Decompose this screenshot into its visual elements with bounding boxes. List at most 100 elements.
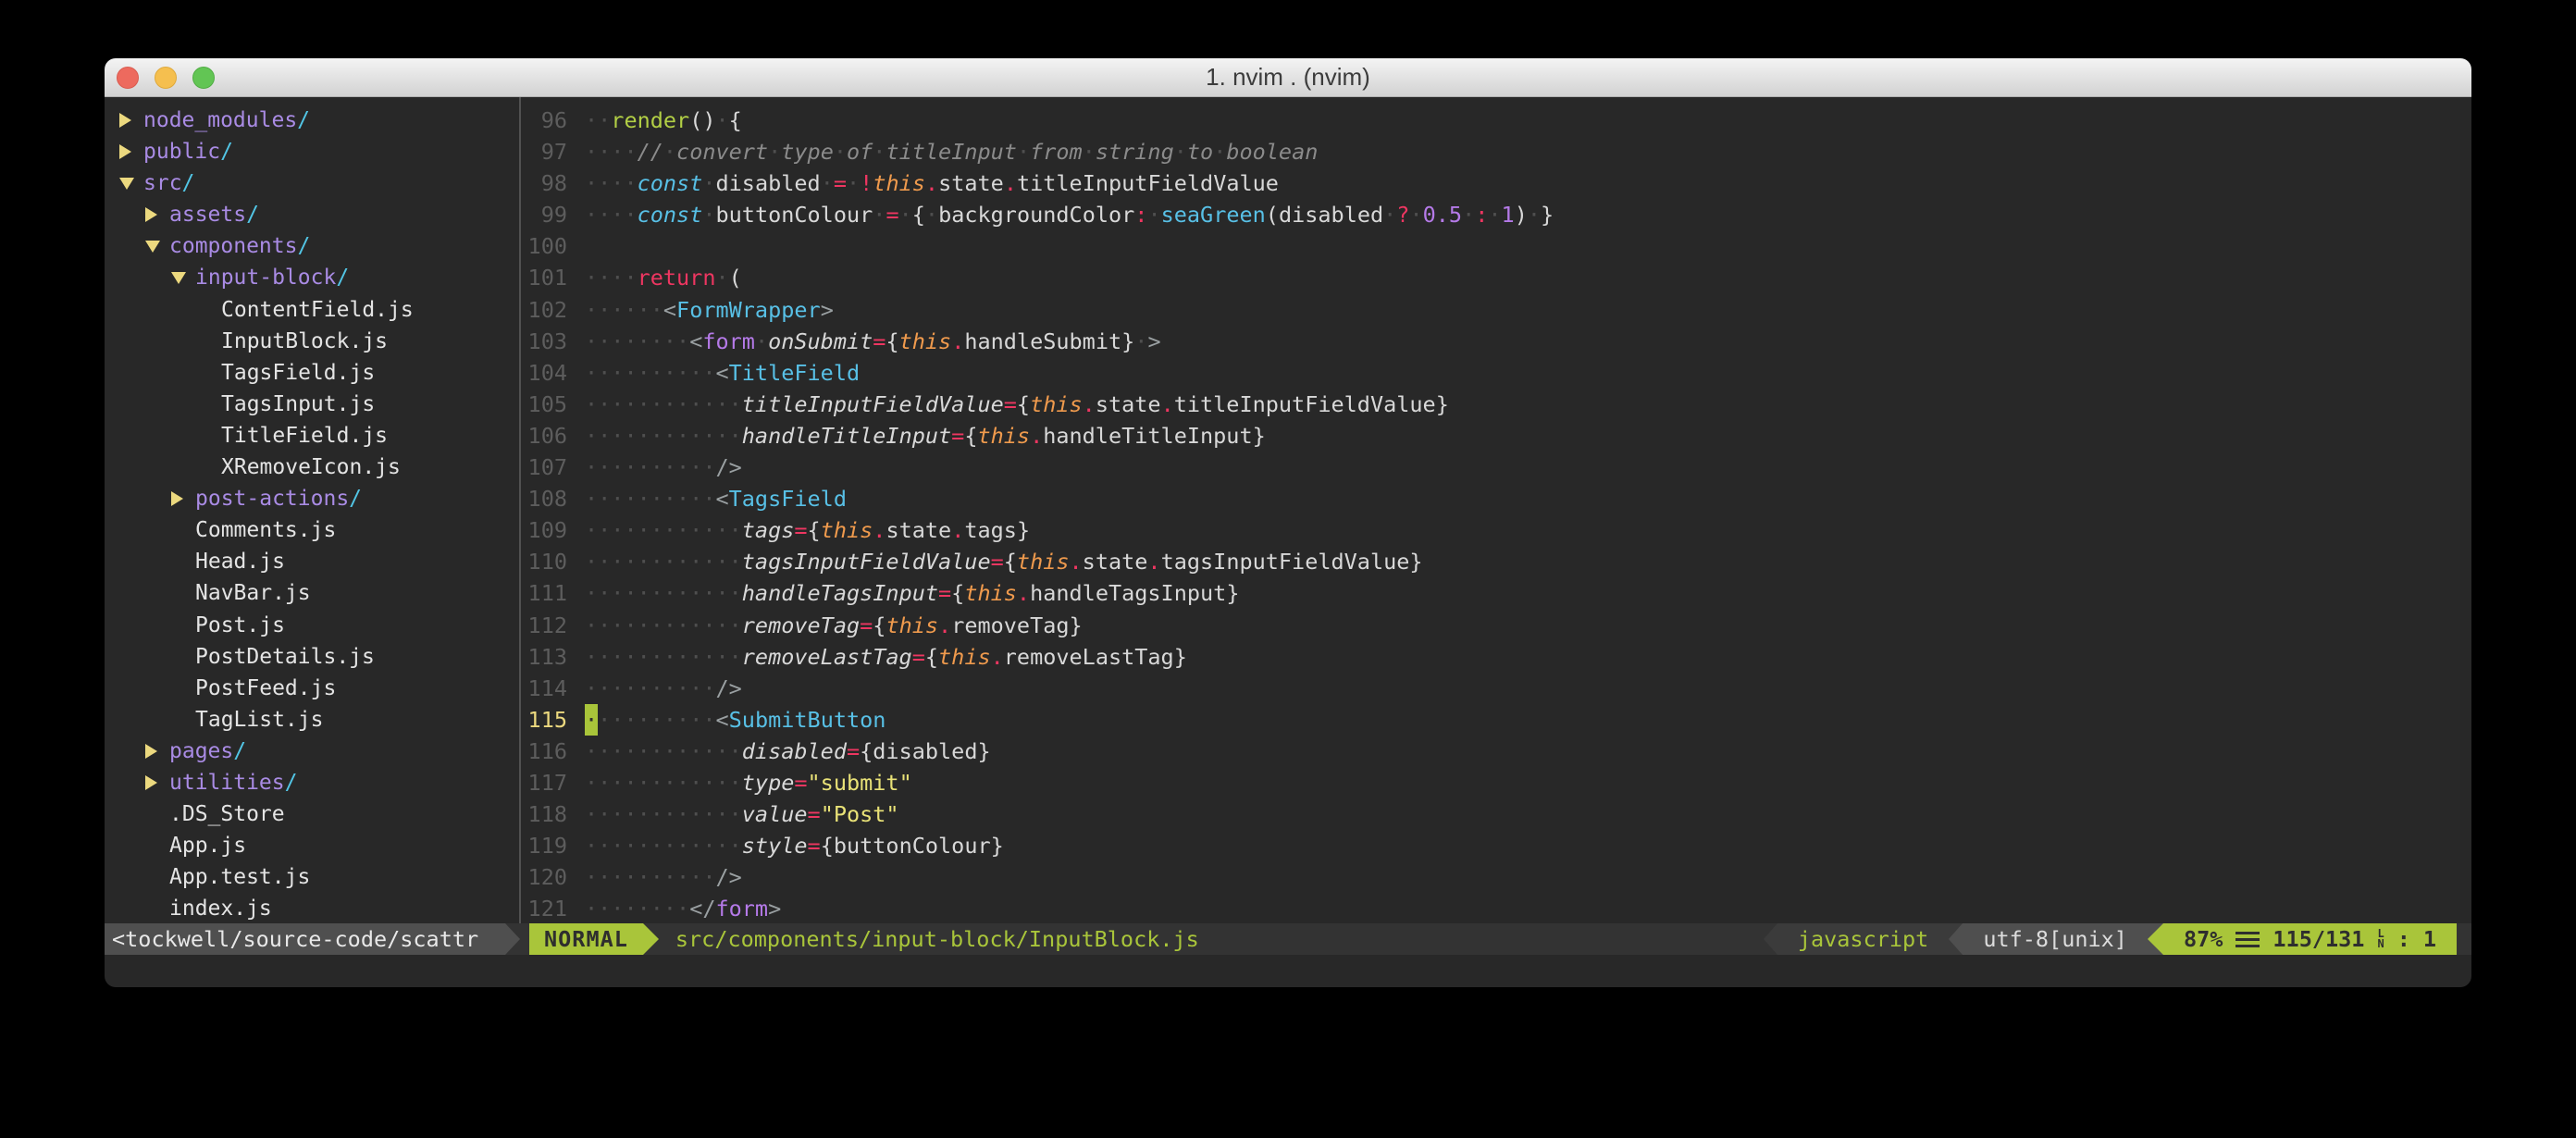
code-token: . <box>938 610 951 641</box>
chevron-right-icon <box>145 775 157 790</box>
code-line-117[interactable]: 117············type="submit" <box>521 767 2471 798</box>
code-token: · <box>755 326 768 357</box>
code-token: tags <box>964 514 1017 546</box>
directory-label: input-block <box>195 262 336 293</box>
code-line-107[interactable]: 107··········/> <box>521 451 2471 483</box>
code-token: tagsInputFieldValue <box>1161 546 1410 577</box>
tree-item-titlefield-js[interactable]: TitleField.js <box>105 420 519 451</box>
code-token: // <box>638 136 663 167</box>
tree-item-assets[interactable]: assets/ <box>105 199 519 230</box>
file-label: Comments.js <box>195 514 336 546</box>
code-line-119[interactable]: 119············style={buttonColour} <box>521 830 2471 861</box>
code-token: ? <box>1396 199 1409 230</box>
code-line-99[interactable]: 99····const·buttonColour·=·{·backgroundC… <box>521 199 2471 230</box>
code-line-121[interactable]: 121········</form> <box>521 893 2471 923</box>
code-token: render <box>611 105 689 136</box>
code-line-100[interactable]: 100 <box>521 230 2471 262</box>
chevron-down-icon <box>145 241 160 253</box>
minimize-button[interactable] <box>155 67 177 89</box>
tree-item-post-actions[interactable]: post-actions/ <box>105 483 519 514</box>
encoding-segment: utf-8[unix] <box>1963 923 2148 955</box>
code-line-109[interactable]: 109············tags={this.state.tags} <box>521 514 2471 546</box>
code-line-98[interactable]: 98····const·disabled·=·!this.state.title… <box>521 167 2471 199</box>
code-line-102[interactable]: 102······<FormWrapper> <box>521 294 2471 326</box>
code-token: () <box>689 105 715 136</box>
tree-item-node-modules[interactable]: node_modules/ <box>105 105 519 136</box>
code-token: = <box>860 610 873 641</box>
code-line-110[interactable]: 110············tagsInputFieldValue={this… <box>521 546 2471 577</box>
zoom-button[interactable] <box>192 67 215 89</box>
file-label: index.js <box>169 893 272 923</box>
code-line-106[interactable]: 106············handleTitleInput={this.ha… <box>521 420 2471 451</box>
code-line-96[interactable]: 96··render()·{ <box>521 105 2471 136</box>
column-number: 1 <box>2423 926 2436 952</box>
tree-item-comments-js[interactable]: Comments.js <box>105 514 519 546</box>
filepath-text: src/components/input-block/InputBlock.js <box>675 926 1199 952</box>
tree-item-pages[interactable]: pages/ <box>105 736 519 767</box>
code-line-114[interactable]: 114··········/> <box>521 673 2471 704</box>
tree-item-xremoveicon-js[interactable]: XRemoveIcon.js <box>105 451 519 483</box>
code-token: seaGreen <box>1161 199 1266 230</box>
colon-separator: : <box>2397 926 2410 952</box>
code-line-97[interactable]: 97····//·convert·type·of·titleInput·from… <box>521 136 2471 167</box>
code-token: type <box>781 136 834 167</box>
file-label: TagsField.js <box>221 357 375 389</box>
directory-slash: / <box>297 105 310 136</box>
code-token: handleTagsInput <box>742 577 938 609</box>
tree-item-app-test-js[interactable]: App.test.js <box>105 861 519 893</box>
tree-item-app-js[interactable]: App.js <box>105 830 519 861</box>
position-segment: 87% 115/131 LN : 1 <box>2163 923 2457 955</box>
code-token: ·········· <box>585 673 715 704</box>
code-token: ·········· <box>585 357 715 389</box>
directory-label: node_modules <box>143 105 297 136</box>
code-token: onSubmit <box>768 326 873 357</box>
code-token: ···· <box>585 167 638 199</box>
tree-item-components[interactable]: components/ <box>105 230 519 262</box>
file-label: NavBar.js <box>195 577 311 609</box>
editor[interactable]: 96··render()·{97····//·convert·type·of·t… <box>521 97 2471 923</box>
code-token: . <box>1004 167 1017 199</box>
line-number: 107 <box>521 451 567 483</box>
tree-item-taglist-js[interactable]: TagList.js <box>105 704 519 736</box>
powerline-arrow-icon <box>2148 923 2163 955</box>
code-token: · <box>1488 199 1501 230</box>
directory-label: src <box>143 167 182 199</box>
code-line-111[interactable]: 111············handleTagsInput={this.han… <box>521 577 2471 609</box>
tree-item-postdetails-js[interactable]: PostDetails.js <box>105 641 519 673</box>
close-button[interactable] <box>117 67 139 89</box>
tree-item-src[interactable]: src/ <box>105 167 519 199</box>
title-bar[interactable]: 1. nvim . (nvim) <box>105 58 2471 97</box>
tree-item-inputblock-js[interactable]: InputBlock.js <box>105 326 519 357</box>
code-token: of <box>847 136 873 167</box>
directory-label: assets <box>169 199 246 230</box>
tree-item-index-js[interactable]: index.js <box>105 893 519 923</box>
tree-item-head-js[interactable]: Head.js <box>105 546 519 577</box>
tree-item-tagsinput-js[interactable]: TagsInput.js <box>105 389 519 420</box>
tree-item-navbar-js[interactable]: NavBar.js <box>105 577 519 609</box>
tree-item-post-js[interactable]: Post.js <box>105 610 519 641</box>
tree-item-postfeed-js[interactable]: PostFeed.js <box>105 673 519 704</box>
code-line-116[interactable]: 116············disabled={disabled} <box>521 736 2471 767</box>
tree-item-contentfield-js[interactable]: ContentField.js <box>105 294 519 326</box>
code-line-101[interactable]: 101····return·( <box>521 262 2471 293</box>
code-line-113[interactable]: 113············removeLastTag={this.remov… <box>521 641 2471 673</box>
code-token: disabled <box>742 736 847 767</box>
tree-indent <box>145 241 169 253</box>
code-line-115[interactable]: 115··········<SubmitButton <box>521 704 2471 736</box>
line-number: 108 <box>521 483 567 514</box>
tree-item--ds-store[interactable]: .DS_Store <box>105 798 519 830</box>
code-line-112[interactable]: 112············removeTag={this.removeTag… <box>521 610 2471 641</box>
code-line-105[interactable]: 105············titleInputFieldValue={thi… <box>521 389 2471 420</box>
code-line-103[interactable]: 103········<form·onSubmit={this.handleSu… <box>521 326 2471 357</box>
file-label: InputBlock.js <box>221 326 388 357</box>
tree-item-public[interactable]: public/ <box>105 136 519 167</box>
line-number: 101 <box>521 262 567 293</box>
line-number: 117 <box>521 767 567 798</box>
tree-item-input-block[interactable]: input-block/ <box>105 262 519 293</box>
tree-item-tagsfield-js[interactable]: TagsField.js <box>105 357 519 389</box>
code-line-118[interactable]: 118············value="Post" <box>521 798 2471 830</box>
tree-item-utilities[interactable]: utilities/ <box>105 767 519 798</box>
code-line-108[interactable]: 108··········<TagsField <box>521 483 2471 514</box>
code-line-104[interactable]: 104··········<TitleField <box>521 357 2471 389</box>
code-line-120[interactable]: 120··········/> <box>521 861 2471 893</box>
